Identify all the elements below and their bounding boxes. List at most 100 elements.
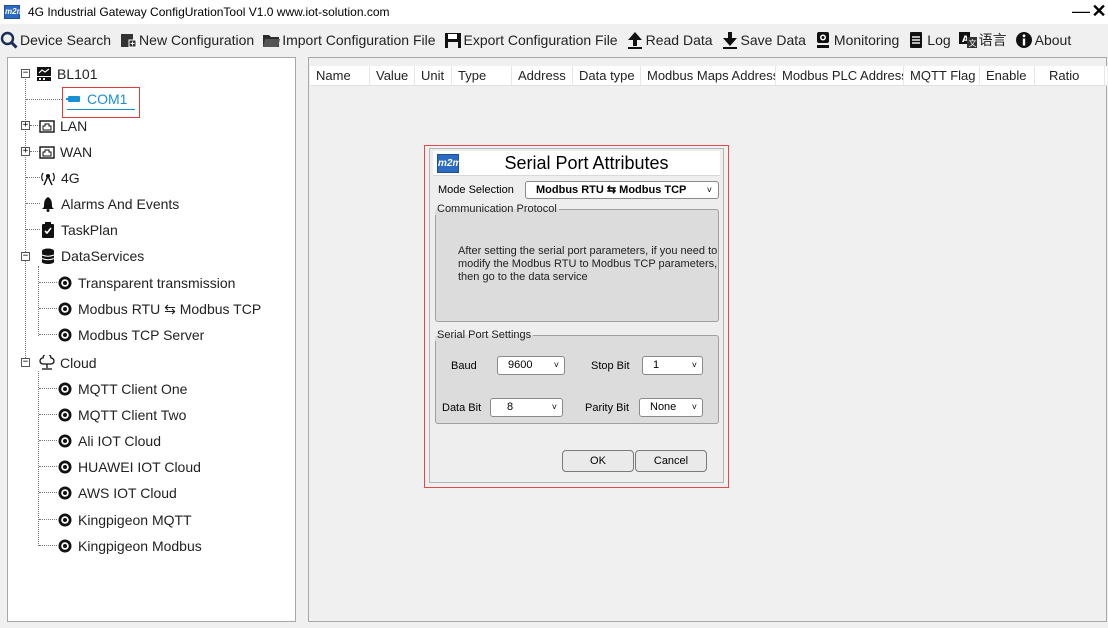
- tree-item-alarms[interactable]: Alarms And Events: [40, 194, 179, 214]
- folder-icon: [262, 31, 281, 49]
- column-header-enable[interactable]: Enable: [980, 66, 1035, 86]
- save-data-button[interactable]: Save Data: [721, 26, 814, 54]
- tree-item-label: WAN: [60, 144, 93, 160]
- tree-item-aws-iot-cloud[interactable]: AWS IOT Cloud: [57, 483, 177, 503]
- log-label: Log: [927, 32, 951, 48]
- export-configuration-button[interactable]: Export Configuration File: [444, 26, 626, 54]
- cancel-button[interactable]: Cancel: [635, 450, 707, 472]
- tree-item-mqtt-client-one[interactable]: MQTT Client One: [57, 379, 187, 399]
- column-header-address[interactable]: Address: [512, 66, 573, 86]
- tree-item-cloud[interactable]: Cloud: [39, 353, 97, 373]
- chevron-down-icon: ˅: [691, 360, 697, 370]
- language-icon: A文: [958, 31, 977, 49]
- parity-bit-select[interactable]: None ˅: [639, 398, 703, 417]
- log-icon: [907, 31, 925, 49]
- tree-item-modbus-rtu-tcp[interactable]: Modbus RTU ⇆ Modbus TCP: [57, 299, 261, 319]
- column-header-data-type[interactable]: Data type: [573, 66, 641, 86]
- new-configuration-button[interactable]: New Configuration: [119, 26, 262, 54]
- tree-line: [39, 519, 57, 520]
- target-icon: [57, 512, 73, 528]
- device-search-label: Device Search: [20, 32, 112, 48]
- close-button[interactable]: ✕: [1089, 0, 1108, 24]
- chevron-down-icon: ˅: [691, 402, 697, 412]
- tree-item-kingpigeon-mqtt[interactable]: Kingpigeon MQTT: [57, 510, 192, 530]
- tree-item-label: LAN: [60, 118, 88, 134]
- column-header-mqtt-flag[interactable]: MQTT Flag: [904, 66, 980, 86]
- tree-item-wan[interactable]: WAN: [39, 142, 92, 162]
- monitoring-button[interactable]: Monitoring: [814, 26, 907, 54]
- dialog-title: Serial Port Attributes: [504, 153, 669, 173]
- minimize-button[interactable]: —: [1071, 0, 1091, 24]
- tree-item-label: MQTT Client One: [78, 381, 188, 397]
- serial-port-icon: [66, 91, 82, 107]
- new-configuration-label: New Configuration: [139, 32, 255, 48]
- tree-item-label: Transparent transmission: [78, 275, 236, 291]
- collapse-toggle[interactable]: −: [21, 69, 30, 78]
- ok-button[interactable]: OK: [562, 450, 634, 472]
- chevron-down-icon: ˅: [551, 402, 557, 412]
- data-bit-select[interactable]: 8 ˅: [490, 398, 563, 417]
- tree-item-mqtt-client-two[interactable]: MQTT Client Two: [57, 405, 186, 425]
- tree-item-ali-iot-cloud[interactable]: Ali IOT Cloud: [57, 431, 161, 451]
- target-icon: [57, 407, 73, 423]
- collapse-toggle[interactable]: −: [21, 358, 30, 367]
- svg-text:文: 文: [968, 38, 976, 48]
- table-header: Name Value Unit Type Address Data type M…: [310, 66, 1107, 86]
- tree-item-lan[interactable]: LAN: [39, 116, 87, 136]
- stop-bit-select[interactable]: 1 ˅: [642, 356, 703, 375]
- toolbar: Device Search New Configuration Import C…: [0, 24, 1108, 56]
- tree-line: [39, 334, 57, 335]
- monitoring-label: Monitoring: [833, 32, 900, 48]
- mode-selection-value: Modbus RTU ⇆ Modbus TCP: [536, 184, 687, 196]
- log-button[interactable]: Log: [907, 26, 958, 54]
- tree-line: [26, 229, 40, 230]
- network-port-icon: [39, 118, 55, 134]
- collapse-toggle[interactable]: −: [21, 252, 30, 261]
- about-button[interactable]: About: [1015, 26, 1080, 54]
- tree-item-huawei-iot-cloud[interactable]: HUAWEI IOT Cloud: [57, 457, 201, 477]
- device-search-button[interactable]: Device Search: [0, 26, 119, 54]
- tree-item-com1[interactable]: COM1: [66, 89, 127, 109]
- download-arrow-icon: [721, 31, 739, 49]
- read-data-label: Read Data: [645, 32, 713, 48]
- new-configuration-icon: [119, 31, 137, 49]
- read-data-button[interactable]: Read Data: [626, 26, 721, 54]
- stop-bit-value: 1: [653, 359, 660, 371]
- tree-item-4g[interactable]: 4G: [40, 168, 80, 188]
- column-header-modbus-plc-address[interactable]: Modbus PLC Address: [776, 66, 904, 86]
- expand-toggle[interactable]: +: [21, 121, 30, 130]
- tree-item-bl101[interactable]: BL101: [36, 64, 97, 84]
- tree-item-transparent-transmission[interactable]: Transparent transmission: [57, 273, 235, 293]
- tree-item-taskplan[interactable]: TaskPlan: [40, 220, 118, 240]
- tree-item-kingpigeon-modbus[interactable]: Kingpigeon Modbus: [57, 536, 202, 556]
- tree-item-dataservices[interactable]: DataServices: [40, 246, 144, 266]
- target-icon: [57, 381, 73, 397]
- tree-line: [26, 203, 40, 204]
- column-header-type[interactable]: Type: [452, 66, 512, 86]
- target-icon: [57, 301, 73, 317]
- column-header-name[interactable]: Name: [310, 66, 370, 86]
- column-header-value[interactable]: Value: [370, 66, 415, 86]
- dialog-title-bar: Serial Port Attributes m2m: [433, 151, 720, 176]
- about-label: About: [1034, 32, 1072, 48]
- tree-item-label: Kingpigeon MQTT: [78, 512, 192, 528]
- tree-item-label: Modbus RTU ⇆ Modbus TCP: [78, 300, 262, 317]
- column-header-modbus-maps-address[interactable]: Modbus Maps Address: [641, 66, 776, 86]
- mode-selection-dropdown[interactable]: Modbus RTU ⇆ Modbus TCP ˅: [525, 181, 719, 199]
- tree-item-label: HUAWEI IOT Cloud: [78, 459, 201, 475]
- expand-toggle[interactable]: +: [21, 147, 30, 156]
- language-button[interactable]: A文 语言: [958, 26, 1015, 54]
- column-header-unit[interactable]: Unit: [415, 66, 452, 86]
- tree-line: [26, 99, 62, 100]
- baud-select[interactable]: 9600 ˅: [497, 356, 565, 375]
- serial-port-settings-legend: Serial Port Settings: [437, 329, 532, 341]
- device-tree-panel: − + + − − BL101 COM1 LAN WAN 4G Alarms A…: [7, 57, 296, 622]
- tree-item-label: AWS IOT Cloud: [78, 485, 177, 501]
- tree-item-modbus-tcp-server[interactable]: Modbus TCP Server: [57, 325, 204, 345]
- dialog-body: Serial Port Attributes m2m Mode Selectio…: [429, 148, 724, 483]
- column-header-ratio[interactable]: Ratio: [1035, 66, 1105, 86]
- tree-item-label: DataServices: [61, 248, 145, 264]
- window-title: 4G Industrial Gateway ConfigUrationTool …: [28, 5, 390, 19]
- monitor-icon: [814, 31, 832, 49]
- import-configuration-button[interactable]: Import Configuration File: [262, 26, 443, 54]
